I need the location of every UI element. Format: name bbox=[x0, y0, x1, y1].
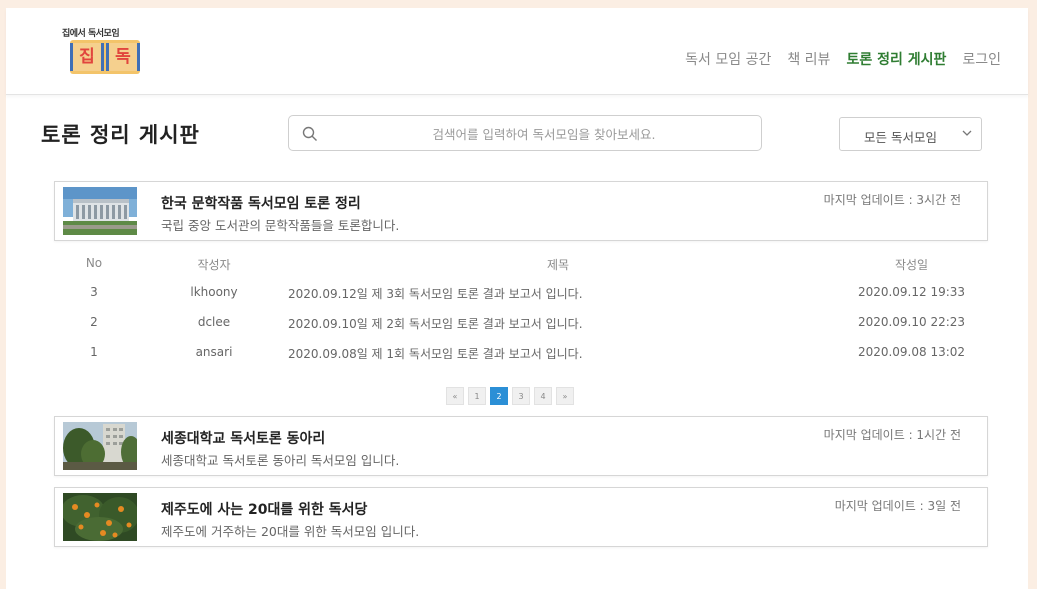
table-row[interactable]: 2 dclee 2020.09.10일 제 2회 독서모임 토론 결과 보고서 … bbox=[54, 315, 988, 335]
cell-no: 1 bbox=[90, 345, 98, 359]
nav-book-review[interactable]: 책 리뷰 bbox=[787, 49, 830, 69]
cell-date: 2020.09.08 13:02 bbox=[857, 345, 966, 359]
page-prev-button[interactable]: « bbox=[446, 387, 464, 405]
table-header-row: No 작성자 제목 작성일 bbox=[54, 256, 988, 276]
page-button[interactable]: 1 bbox=[468, 387, 486, 405]
col-header-date: 작성일 bbox=[894, 258, 929, 272]
group-description: 세종대학교 독서토론 동아리 독서모임 입니다. bbox=[161, 453, 400, 468]
main-nav: 독서 모임 공간 책 리뷰 토론 정리 게시판 로그인 bbox=[685, 49, 1001, 69]
site-header: 집에서 독서모임 집 독 독서 모임 공간 책 리뷰 토론 정리 게시판 로그인 bbox=[6, 8, 1028, 95]
group-last-updated: 마지막 업데이트 : 3시간 전 bbox=[823, 193, 961, 207]
site-logo[interactable]: 집에서 독서모임 집 독 bbox=[62, 26, 152, 80]
group-description: 제주도에 거주하는 20대를 위한 독서모임 입니다. bbox=[161, 524, 420, 539]
group-filter-select[interactable]: 모든 독서모임 bbox=[839, 117, 982, 151]
filter-selected-value: 모든 독서모임 bbox=[864, 130, 937, 145]
pagination: « 1 2 3 4 » bbox=[446, 387, 574, 405]
cell-date: 2020.09.10 22:23 bbox=[857, 315, 966, 329]
chevron-down-icon bbox=[962, 130, 972, 136]
cell-author: ansari bbox=[195, 345, 233, 359]
col-header-title: 제목 bbox=[546, 258, 570, 272]
page: 집에서 독서모임 집 독 독서 모임 공간 책 리뷰 토론 정리 게시판 로그인… bbox=[6, 8, 1028, 589]
logo-tagline: 집에서 독서모임 bbox=[62, 29, 120, 39]
cell-date: 2020.09.12 19:33 bbox=[857, 285, 966, 299]
page-next-button[interactable]: » bbox=[556, 387, 574, 405]
group-last-updated: 마지막 업데이트 : 1시간 전 bbox=[823, 428, 961, 442]
cell-title[interactable]: 2020.09.12일 제 3회 독서모임 토론 결과 보고서 입니다. bbox=[288, 285, 583, 302]
group-title[interactable]: 제주도에 사는 20대를 위한 독서당 bbox=[161, 499, 367, 519]
group-description: 국립 중앙 도서관의 문학작품들을 토론합니다. bbox=[161, 218, 400, 233]
cell-no: 2 bbox=[90, 315, 98, 329]
library-building-thumbnail bbox=[63, 187, 137, 235]
nav-reading-space[interactable]: 독서 모임 공간 bbox=[685, 49, 771, 69]
nav-discussion-board[interactable]: 토론 정리 게시판 bbox=[846, 49, 946, 69]
page-title: 토론 정리 게시판 bbox=[41, 123, 200, 147]
search-box bbox=[288, 115, 762, 151]
group-card[interactable]: 제주도에 사는 20대를 위한 독서당 제주도에 거주하는 20대를 위한 독서… bbox=[54, 487, 988, 547]
cell-no: 3 bbox=[90, 285, 98, 299]
page-button[interactable]: 4 bbox=[534, 387, 552, 405]
group-title[interactable]: 세종대학교 독서토론 동아리 bbox=[161, 428, 325, 448]
col-header-no: No bbox=[85, 256, 103, 270]
page-button-current[interactable]: 2 bbox=[490, 387, 508, 405]
logo-badge: 집 독 bbox=[70, 40, 140, 74]
cell-title[interactable]: 2020.09.08일 제 1회 독서모임 토론 결과 보고서 입니다. bbox=[288, 345, 583, 362]
nav-login[interactable]: 로그인 bbox=[962, 49, 1001, 69]
group-card[interactable]: 한국 문학작품 독서모임 토론 정리 국립 중앙 도서관의 문학작품들을 토론합… bbox=[54, 181, 988, 241]
search-icon bbox=[302, 126, 317, 141]
cell-author: lkhoony bbox=[190, 285, 238, 299]
group-last-updated: 마지막 업데이트 : 3일 전 bbox=[834, 499, 961, 513]
logo-char-1: 집 bbox=[70, 43, 104, 71]
search-input[interactable] bbox=[337, 122, 751, 146]
table-row[interactable]: 3 lkhoony 2020.09.12일 제 3회 독서모임 토론 결과 보고… bbox=[54, 285, 988, 305]
cell-title[interactable]: 2020.09.10일 제 2회 독서모임 토론 결과 보고서 입니다. bbox=[288, 315, 583, 332]
table-row[interactable]: 1 ansari 2020.09.08일 제 1회 독서모임 토론 결과 보고서… bbox=[54, 345, 988, 365]
cell-author: dclee bbox=[197, 315, 231, 329]
group-title[interactable]: 한국 문학작품 독서모임 토론 정리 bbox=[161, 193, 361, 213]
group-card[interactable]: 세종대학교 독서토론 동아리 세종대학교 독서토론 동아리 독서모임 입니다. … bbox=[54, 416, 988, 476]
tangerine-tree-thumbnail bbox=[63, 493, 137, 541]
logo-char-2: 독 bbox=[106, 43, 140, 71]
page-button[interactable]: 3 bbox=[512, 387, 530, 405]
campus-trees-thumbnail bbox=[63, 422, 137, 470]
col-header-author: 작성자 bbox=[197, 258, 231, 272]
